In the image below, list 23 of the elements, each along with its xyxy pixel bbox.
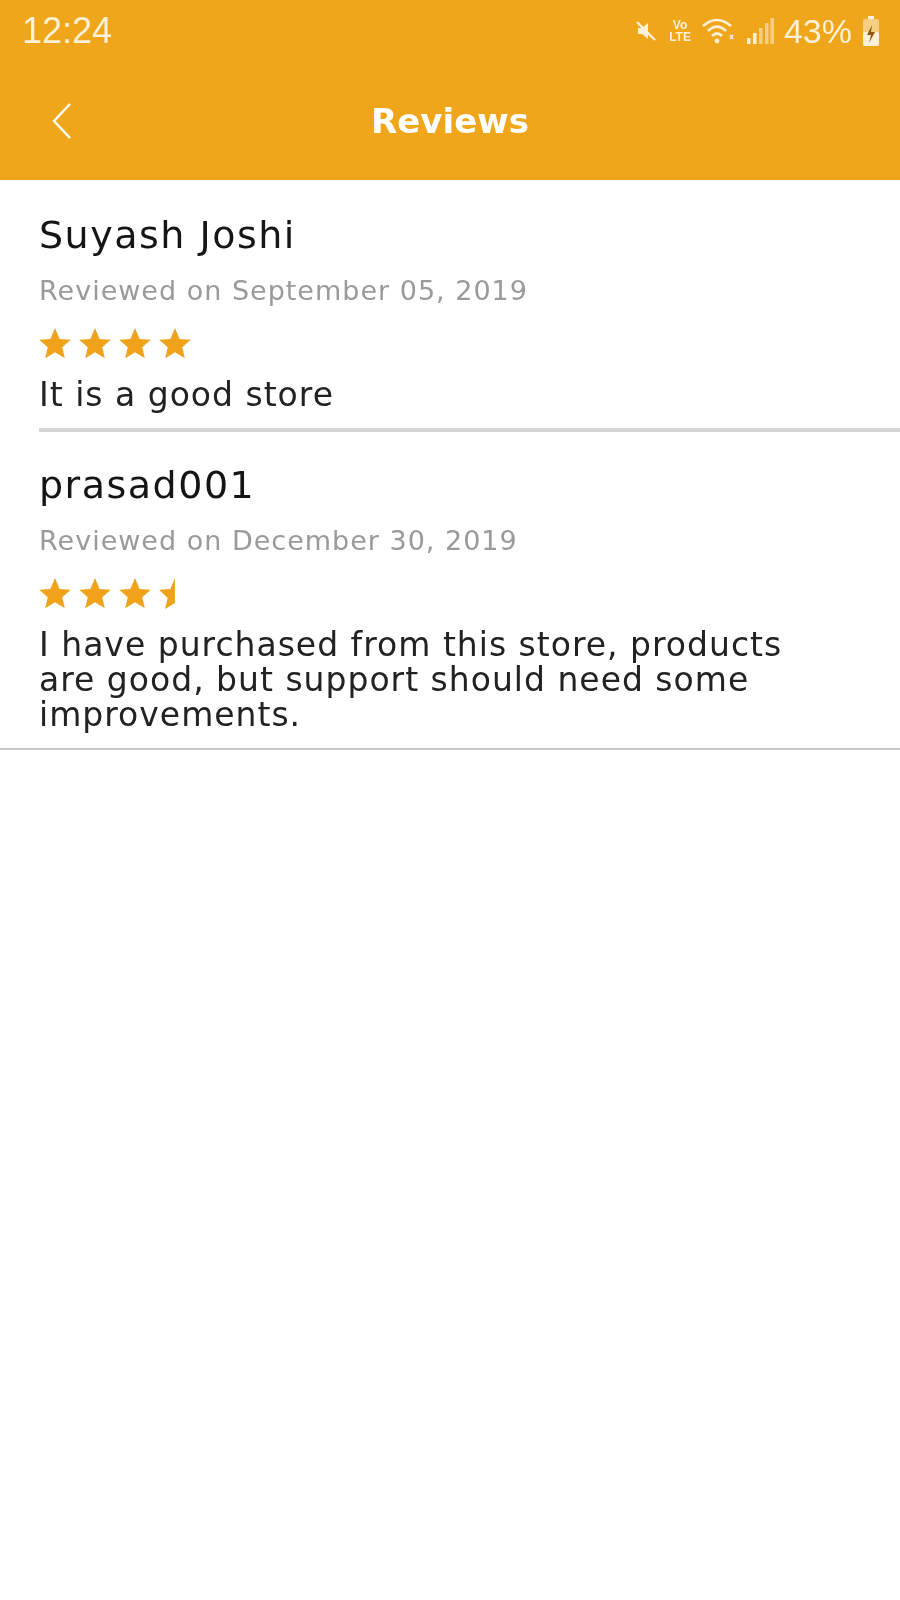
muted-speaker-icon [635,20,658,42]
review-text: I have purchased from this store, products are good, but support should need some improvements. [39,627,784,736]
star-icon [119,578,151,609]
review-date: Reviewed on September 05, 2019 [39,276,529,306]
reviewer-name: prasad001 [39,462,257,509]
status-time: 12:24 [22,10,113,52]
reviewer-name: Suyash Joshi [39,212,297,259]
page-title: Reviews [371,101,529,141]
review-date: Reviewed on December 30, 2019 [39,526,519,556]
star-icon [39,578,71,609]
chevron-left-icon [52,102,72,140]
star-icon [159,328,191,359]
review-text: It is a good store [39,377,335,416]
signal-bars-icon [746,18,774,44]
star-icon [79,578,111,609]
volte-text: Vo [672,19,688,31]
lte-text: LTE [669,31,691,43]
half-star-icon [159,578,175,609]
star-icon [39,328,71,359]
charging-battery-icon [862,16,880,46]
star-icon [119,328,151,359]
star-icon [79,328,111,359]
battery-percent: 43% [783,11,852,51]
